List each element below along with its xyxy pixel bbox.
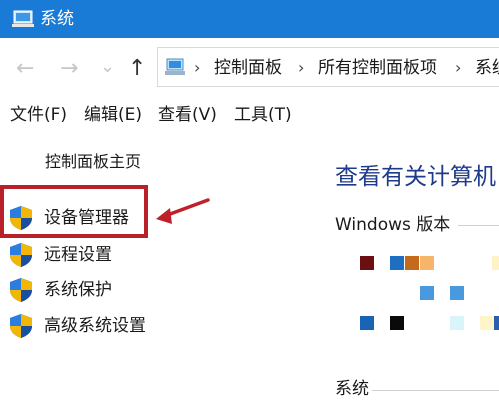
sidebar-item-advanced-settings[interactable]: 高级系统设置 <box>8 312 146 340</box>
menu-file[interactable]: 文件(F) <box>10 104 67 126</box>
redacted-block <box>450 286 464 300</box>
shield-icon <box>10 243 32 267</box>
redacted-block <box>420 286 434 300</box>
redacted-block <box>360 316 374 330</box>
red-arrow-icon <box>156 198 210 224</box>
forward-arrow-icon[interactable]: → <box>60 56 78 82</box>
menu-tools[interactable]: 工具(T) <box>234 104 292 126</box>
menu-edit[interactable]: 编辑(E) <box>84 104 142 126</box>
windows-edition-heading: Windows 版本 <box>335 215 451 235</box>
page-title: 查看有关计算机 <box>335 164 496 190</box>
recent-locations-icon[interactable]: ⌄ <box>100 54 115 80</box>
breadcrumb-separator: › <box>455 58 462 77</box>
breadcrumb-system[interactable]: 系统 <box>475 57 499 79</box>
sidebar-item-remote-settings[interactable]: 远程设置 <box>8 241 112 269</box>
redacted-block <box>420 256 434 270</box>
sidebar-item-label: 系统保护 <box>44 280 112 300</box>
redacted-block <box>405 256 419 270</box>
redacted-block <box>390 256 404 270</box>
shield-icon <box>10 278 32 302</box>
breadcrumb-control-panel[interactable]: 控制面板 <box>214 57 282 79</box>
address-bar[interactable]: › 控制面板 › 所有控制面板项 › 系统 <box>157 47 499 87</box>
window-title: 系统 <box>40 9 74 29</box>
computer-icon <box>12 10 34 27</box>
menu-view[interactable]: 查看(V) <box>158 104 217 126</box>
shield-icon <box>10 314 32 338</box>
redacted-block <box>360 256 374 270</box>
sidebar-item-label: 高级系统设置 <box>44 316 146 336</box>
back-arrow-icon[interactable]: ← <box>16 56 34 82</box>
sidebar-item-system-protection[interactable]: 系统保护 <box>8 276 112 304</box>
redacted-block <box>494 316 499 330</box>
control-panel-icon <box>165 58 185 75</box>
breadcrumb-separator: › <box>194 58 201 77</box>
highlight-box <box>0 185 148 238</box>
redacted-block <box>492 256 499 270</box>
section-divider <box>458 225 499 226</box>
sidebar-item-label: 远程设置 <box>44 245 112 265</box>
up-arrow-icon[interactable]: ↑ <box>128 56 146 82</box>
redacted-block <box>390 316 404 330</box>
section-divider <box>372 390 499 391</box>
sidebar-home-link[interactable]: 控制面板主页 <box>45 151 141 173</box>
redacted-block <box>450 316 464 330</box>
system-section-heading: 系统 <box>335 379 369 399</box>
breadcrumb-separator: › <box>298 58 305 77</box>
breadcrumb-all-items[interactable]: 所有控制面板项 <box>318 57 437 79</box>
redacted-block <box>480 316 494 330</box>
title-bar: 系统 <box>0 0 499 38</box>
